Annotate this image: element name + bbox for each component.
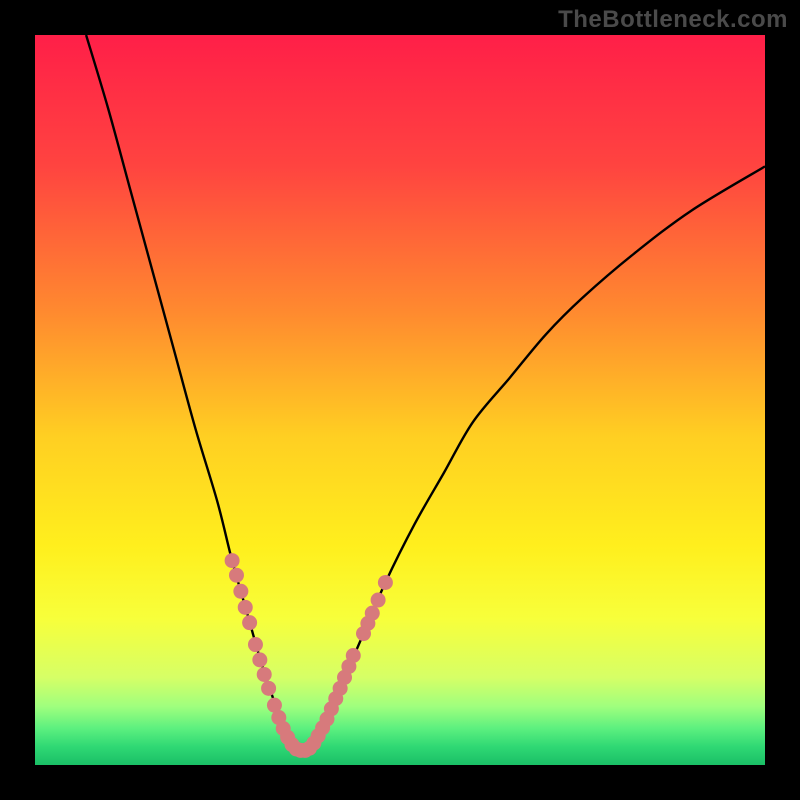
- data-marker: [233, 584, 248, 599]
- data-marker: [378, 575, 393, 590]
- plot-area: [35, 35, 765, 765]
- data-marker: [257, 667, 272, 682]
- data-marker: [248, 637, 263, 652]
- chart-frame: TheBottleneck.com: [0, 0, 800, 800]
- gradient-backdrop: [35, 35, 765, 765]
- plot-svg: [35, 35, 765, 765]
- data-marker: [252, 652, 267, 667]
- data-marker: [261, 681, 276, 696]
- data-marker: [229, 568, 244, 583]
- data-marker: [371, 593, 386, 608]
- data-marker: [365, 606, 380, 621]
- data-marker: [238, 600, 253, 615]
- data-marker: [346, 648, 361, 663]
- data-marker: [242, 615, 257, 630]
- data-marker: [225, 553, 240, 568]
- watermark-label: TheBottleneck.com: [558, 6, 788, 34]
